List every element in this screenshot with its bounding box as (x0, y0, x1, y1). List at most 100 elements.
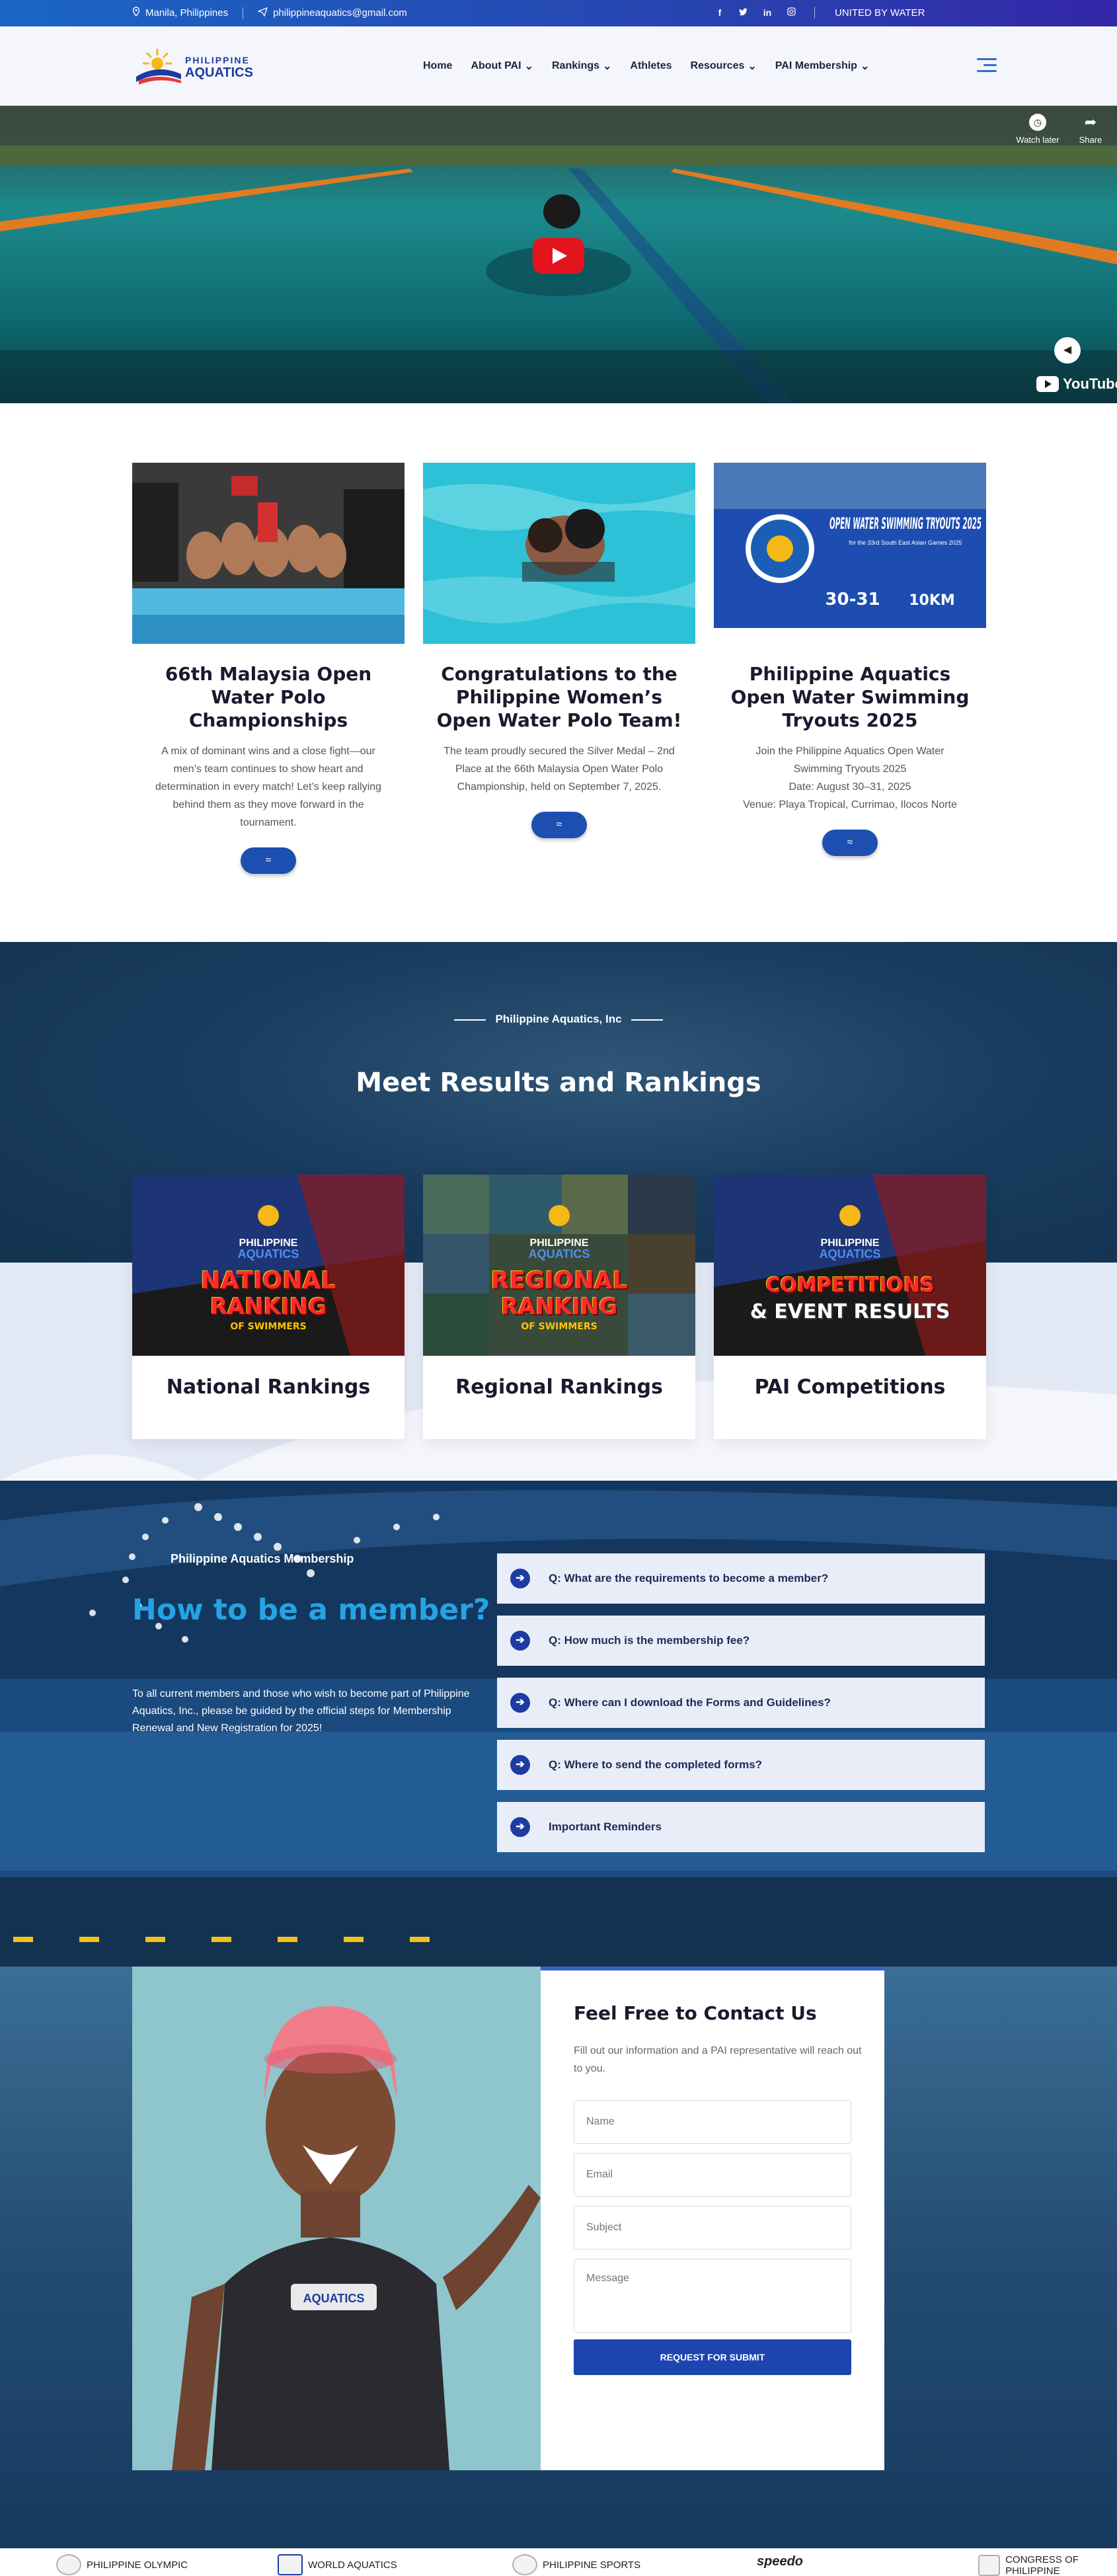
message-field[interactable] (574, 2259, 851, 2333)
arrow-right-icon: ➔ (510, 1631, 530, 1651)
regional-ranking-banner[interactable]: PHILIPPINE AQUATICS REGIONAL RANKING OF … (423, 1175, 695, 1356)
news-image-water-polo-hug[interactable] (423, 463, 695, 644)
national-ranking-banner[interactable]: PHILIPPINE AQUATICS NATIONAL RANKING OF … (132, 1175, 404, 1356)
banner-line-1: COMPETITIONS (765, 1274, 935, 1297)
news-image-water-polo-huddle[interactable] (132, 463, 404, 644)
logo-text-top: PHILIPPINE (185, 55, 250, 65)
banner-line-1: REGIONAL (490, 1267, 628, 1294)
news-card: Congratulations to the Philippine Women’… (423, 463, 695, 838)
partner-logo[interactable]: CONGRESS OF PHILIPPINE (978, 2554, 1117, 2576)
hamburger-menu-icon[interactable] (977, 58, 997, 74)
ranking-card-title[interactable]: National Rankings (132, 1376, 404, 1399)
ranking-card[interactable]: PHILIPPINE AQUATICS REGIONAL RANKING OF … (423, 1175, 695, 1439)
swimmer-icon: ≈ (847, 837, 853, 848)
location-pin-icon (132, 7, 140, 19)
contact-title: Feel Free to Contact Us (574, 2002, 817, 2024)
clock-icon: ◷ (1029, 114, 1046, 131)
linkedin-icon[interactable]: in (761, 7, 773, 18)
email-field[interactable] (574, 2153, 851, 2197)
poster-subtitle: for the 33rd South East Asian Games 2025 (849, 539, 962, 546)
news-excerpt: A mix of dominant wins and a close fight… (155, 746, 382, 828)
banner-line-2: RANKING (500, 1294, 618, 1320)
share-button[interactable]: ➦ Share (1064, 114, 1117, 145)
svg-text:AQUATICS: AQUATICS (238, 1247, 299, 1261)
nav-home[interactable]: Home (423, 59, 452, 73)
email-link[interactable]: philippineaquatics@gmail.com (273, 7, 407, 19)
read-more-button[interactable]: ≈ (531, 812, 587, 838)
ranking-card-title[interactable]: PAI Competitions (714, 1376, 986, 1399)
news-section: 66th Malaysia Open Water Polo Championsh… (0, 403, 1117, 942)
partner-logo[interactable]: speedo (757, 2554, 803, 2569)
faq-item[interactable]: ➔ Q: Where can I download the Forms and G… (497, 1678, 985, 1728)
faq-item[interactable]: ➔ Q: Where to send the completed forms? (497, 1740, 985, 1790)
faq-item[interactable]: ➔ Important Reminders (497, 1802, 985, 1852)
partner-logo[interactable]: WORLD AQUATICS (278, 2554, 397, 2575)
swimmer-icon: ≈ (265, 855, 272, 866)
youtube-logo[interactable]: YouTube (1036, 375, 1117, 393)
youtube-icon (1036, 376, 1059, 392)
hero-video[interactable]: ◷ Watch later ➦ Share ◀ YouTube (0, 106, 1117, 403)
news-title[interactable]: 66th Malaysia Open Water Polo Championsh… (141, 662, 395, 732)
partner-name: speedo (757, 2554, 804, 2569)
send-icon (257, 7, 268, 19)
nav-membership[interactable]: PAI Membership ⌄ (775, 59, 870, 73)
site-logo[interactable]: PHILIPPINE AQUATICS (132, 44, 258, 90)
poster-distance: 10KM (909, 592, 955, 609)
partner-logo[interactable]: PHILIPPINE SPORTS (512, 2554, 640, 2575)
ranking-card[interactable]: PHILIPPINE AQUATICS COMPETITIONS & EVENT… (714, 1175, 986, 1439)
contact-form: Feel Free to Contact Us Fill out our inf… (541, 1967, 884, 2470)
facebook-icon[interactable]: f (714, 7, 726, 18)
news-title[interactable]: Congratulations to the Philippine Women’… (432, 662, 686, 732)
instagram-icon[interactable] (785, 7, 797, 18)
partner-emblem-icon (56, 2554, 81, 2575)
nav-about[interactable]: About PAI ⌄ (471, 59, 533, 73)
faq-item[interactable]: ➔ Q: How much is the membership fee? (497, 1616, 985, 1666)
nav-label: Resources (690, 60, 745, 71)
location-item: Manila, Philippines (132, 7, 228, 19)
news-title[interactable]: Philippine Aquatics Open Water Swimming … (723, 662, 977, 732)
partner-name: CONGRESS OF PHILIPPINE (1005, 2554, 1079, 2576)
read-more-button[interactable]: ≈ (822, 830, 878, 856)
faq-question: Q: Where can I download the Forms and Gu… (549, 1696, 831, 1709)
subject-field[interactable] (574, 2206, 851, 2249)
nav-resources[interactable]: Resources ⌄ (691, 59, 757, 73)
name-field[interactable] (574, 2100, 851, 2144)
nav-label: About PAI (471, 60, 521, 71)
watch-later-button[interactable]: ◷ Watch later (1011, 114, 1064, 145)
share-label: Share (1079, 135, 1102, 145)
nav-rankings[interactable]: Rankings ⌄ (552, 59, 611, 73)
rankings-section: Philippine Aquatics, Inc Meet Results an… (0, 942, 1117, 1481)
tagline: UNITED BY WATER (835, 7, 925, 19)
news-excerpt: The team proudly secured the Silver Meda… (443, 746, 675, 793)
location-text: Manila, Philippines (145, 7, 229, 19)
email-item[interactable]: philippineaquatics@gmail.com (257, 7, 407, 19)
competitions-banner[interactable]: PHILIPPINE AQUATICS COMPETITIONS & EVENT… (714, 1175, 986, 1356)
swimsuit-logo-text: AQUATICS (303, 2292, 365, 2305)
twitter-icon[interactable] (738, 7, 750, 18)
faq-item[interactable]: ➔ Q: What are the requirements to become … (497, 1553, 985, 1604)
membership-kicker: Philippine Aquatics Membership (171, 1552, 354, 1565)
nav-label: Rankings (552, 60, 600, 71)
faq-question: Q: What are the requirements to become a… (549, 1572, 829, 1584)
ranking-card-title[interactable]: Regional Rankings (423, 1376, 695, 1399)
logo-text-bottom: AQUATICS (185, 65, 253, 80)
news-image-tryouts-poster[interactable]: OPEN WATER SWIMMING TRYOUTS 2025 for the… (714, 463, 986, 644)
youtube-brand-text: YouTube (1063, 375, 1117, 392)
submit-button[interactable]: REQUEST FOR SUBMIT (574, 2339, 851, 2375)
read-more-button[interactable]: ≈ (241, 847, 296, 874)
volume-icon[interactable]: ◀ (1054, 337, 1081, 364)
chevron-down-icon: ⌄ (524, 61, 533, 72)
youtube-play-button[interactable] (533, 238, 584, 274)
partner-logo[interactable]: PHILIPPINE OLYMPIC (56, 2554, 188, 2575)
rankings-title: Meet Results and Rankings (356, 1068, 761, 1098)
nav-label: PAI Membership (775, 60, 857, 71)
ranking-card[interactable]: PHILIPPINE AQUATICS NATIONAL RANKING OF … (132, 1175, 404, 1439)
partners-strip: PHILIPPINE OLYMPIC WORLD AQUATICS PHILIP… (0, 2548, 1117, 2576)
nav-athletes[interactable]: Athletes (630, 59, 672, 73)
top-bar-contact: Manila, Philippines philippineaquatics@g… (132, 7, 407, 19)
banner-line-2: RANKING (210, 1294, 327, 1320)
chevron-down-icon: ⌄ (860, 61, 870, 72)
news-card: OPEN WATER SWIMMING TRYOUTS 2025 for the… (714, 463, 986, 856)
faq-question: Q: How much is the membership fee? (549, 1634, 750, 1647)
partner-name: PHILIPPINE SPORTS (543, 2559, 641, 2571)
